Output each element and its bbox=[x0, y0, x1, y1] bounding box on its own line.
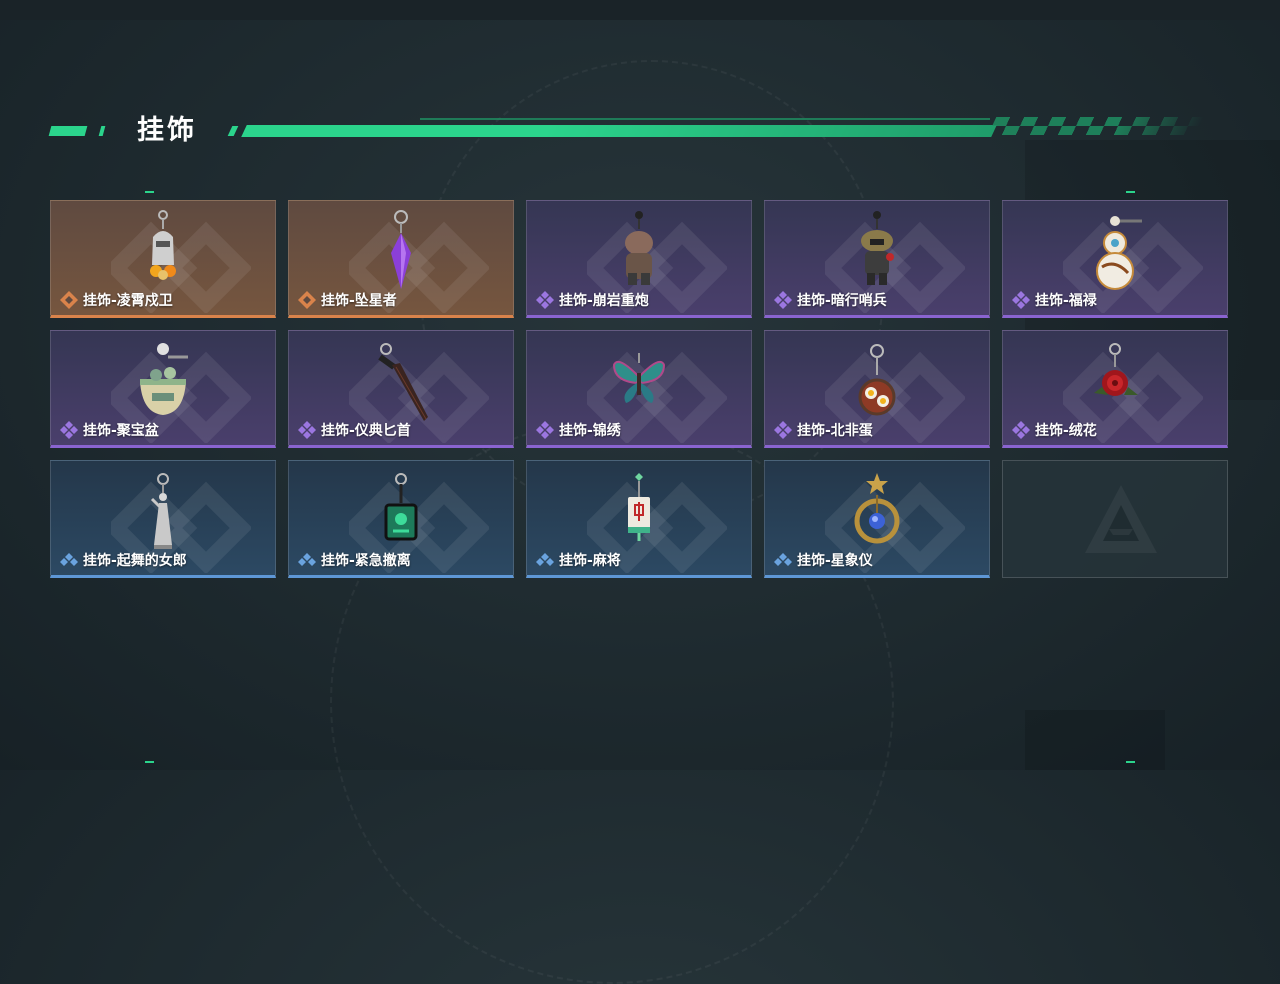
rarity-blue-icon bbox=[536, 553, 554, 566]
rarity-purple-icon bbox=[298, 421, 316, 439]
charm-label: 挂饰-紧急撤离 bbox=[297, 550, 411, 570]
rarity-purple-icon bbox=[60, 421, 78, 439]
charm-card[interactable]: 挂饰-星象仪 bbox=[764, 460, 990, 578]
rarity-purple-icon bbox=[774, 421, 792, 439]
corner-marker bbox=[145, 761, 154, 763]
background-shape bbox=[1025, 710, 1165, 770]
corner-marker bbox=[145, 191, 154, 193]
charm-card[interactable]: 挂饰-聚宝盆 bbox=[50, 330, 276, 448]
charm-card[interactable]: 挂饰-北非蛋 bbox=[764, 330, 990, 448]
header-line bbox=[420, 118, 990, 120]
charm-card[interactable]: 挂饰-起舞的女郎 bbox=[50, 460, 276, 578]
rarity-orange-icon bbox=[60, 291, 78, 309]
astrolabe-charm-icon bbox=[854, 473, 900, 544]
charm-card[interactable]: 挂饰-锦绣 bbox=[526, 330, 752, 448]
empty-slot bbox=[1002, 460, 1228, 578]
rarity-blue-icon bbox=[774, 553, 792, 566]
header-accent bbox=[227, 126, 239, 136]
charm-label: 挂饰-麻将 bbox=[535, 550, 621, 570]
rarity-purple-icon bbox=[536, 421, 554, 439]
charm-label: 挂饰-崩岩重炮 bbox=[535, 290, 649, 310]
purple-crystal-charm-icon bbox=[391, 210, 411, 289]
charm-label: 挂饰-锦绣 bbox=[535, 420, 621, 440]
rarity-purple-icon bbox=[774, 291, 792, 309]
charm-label: 挂饰-聚宝盆 bbox=[59, 420, 159, 440]
charm-card[interactable]: 挂饰-暗行哨兵 bbox=[764, 200, 990, 318]
charm-label: 挂饰-仪典匕首 bbox=[297, 420, 411, 440]
red-flower-charm-icon bbox=[1094, 343, 1138, 396]
charm-label: 挂饰-绒花 bbox=[1011, 420, 1097, 440]
rarity-blue-icon bbox=[60, 553, 78, 566]
header-bar bbox=[241, 125, 997, 137]
charm-label: 挂饰-福禄 bbox=[1011, 290, 1097, 310]
rarity-purple-icon bbox=[1012, 291, 1030, 309]
charm-label: 挂饰-星象仪 bbox=[773, 550, 873, 570]
corner-marker bbox=[1126, 761, 1135, 763]
rarity-purple-icon bbox=[1012, 421, 1030, 439]
game-logo-icon bbox=[1085, 485, 1157, 553]
gourd-charm-icon bbox=[1096, 216, 1142, 290]
charm-card[interactable]: 挂饰-麻将 bbox=[526, 460, 752, 578]
knight-charm-icon bbox=[150, 210, 176, 280]
charm-label: 挂饰-北非蛋 bbox=[773, 420, 873, 440]
corner-marker bbox=[1126, 191, 1135, 193]
treasure-bowl-charm-icon bbox=[140, 343, 188, 415]
charm-label: 挂饰-暗行哨兵 bbox=[773, 290, 887, 310]
butterfly-charm-icon bbox=[612, 353, 666, 403]
charm-card[interactable]: 挂饰-福禄 bbox=[1002, 200, 1228, 318]
rarity-orange-icon bbox=[298, 291, 316, 309]
page-title: 挂饰 bbox=[137, 115, 197, 146]
rarity-blue-icon bbox=[298, 553, 316, 566]
rarity-purple-icon bbox=[536, 291, 554, 309]
charm-label: 挂饰-起舞的女郎 bbox=[59, 550, 187, 570]
charm-card[interactable]: 挂饰-凌霄戍卫 bbox=[50, 200, 276, 318]
dagger-charm-icon bbox=[378, 343, 428, 421]
header-accent bbox=[98, 126, 106, 136]
dancer-charm-icon bbox=[150, 473, 172, 549]
charm-label: 挂饰-坠星者 bbox=[297, 290, 397, 310]
sentinel-charm-icon bbox=[861, 211, 894, 285]
top-bar bbox=[0, 0, 1280, 20]
charm-card[interactable]: 挂饰-仪典匕首 bbox=[288, 330, 514, 448]
charm-card[interactable]: 挂饰-绒花 bbox=[1002, 330, 1228, 448]
emergency-exit-charm-icon bbox=[384, 473, 418, 541]
charm-grid: 挂饰-凌霄戍卫 挂饰-坠星者 挂饰-崩岩重炮 挂饰-暗行哨兵 挂饰-福禄 挂饰-… bbox=[50, 200, 1230, 580]
shakshuka-charm-icon bbox=[858, 344, 896, 416]
mahjong-tile-charm-icon bbox=[628, 473, 650, 541]
header-checker-pattern bbox=[987, 117, 1205, 135]
charm-card[interactable]: 挂饰-坠星者 bbox=[288, 200, 514, 318]
header-accent bbox=[48, 126, 88, 136]
charm-label: 挂饰-凌霄戍卫 bbox=[59, 290, 173, 310]
charm-card[interactable]: 挂饰-崩岩重炮 bbox=[526, 200, 752, 318]
rock-gunner-charm-icon bbox=[625, 211, 653, 285]
charm-card[interactable]: 挂饰-紧急撤离 bbox=[288, 460, 514, 578]
